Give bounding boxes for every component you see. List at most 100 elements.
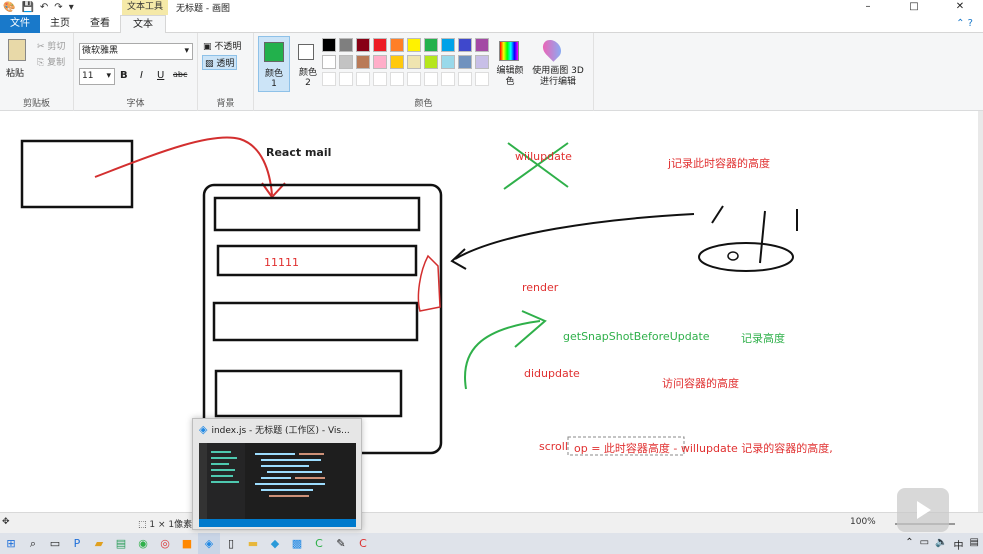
palette-color-swatch[interactable] (339, 55, 353, 69)
palette-color-swatch[interactable] (475, 38, 489, 52)
redo-icon[interactable]: ↷ (54, 2, 62, 13)
list-item-4 (214, 369, 403, 418)
transparent-button[interactable]: ▨ 透明 (202, 55, 238, 70)
scroll-top-formula[interactable]: op = 此时容器高度 - willupdate 记录的容器的高度, (574, 440, 833, 456)
strikethrough-button[interactable]: abc (173, 70, 187, 79)
volume-icon[interactable]: 🔈 (935, 537, 947, 552)
font-group-label: 字体 (126, 99, 145, 109)
vertical-scrollbar[interactable] (978, 111, 983, 512)
chat-icon[interactable]: ▭ (44, 533, 66, 554)
font-family-value: 微软雅黑 (82, 46, 119, 56)
paste-button[interactable]: 粘贴 (6, 66, 24, 79)
maximize-button[interactable]: □ (891, 0, 937, 15)
chrome-icon[interactable]: ◎ (154, 533, 176, 554)
tab-file[interactable]: 文件 (0, 15, 40, 33)
copy-button[interactable]: ⎘ 复制 (37, 55, 65, 68)
paste-icon[interactable] (8, 39, 26, 61)
palette-custom-swatch[interactable] (441, 72, 455, 86)
palette-color-swatch[interactable] (441, 55, 455, 69)
palette-custom-swatch[interactable] (356, 72, 370, 86)
close-button[interactable]: ✕ (937, 0, 983, 15)
notes-icon[interactable]: ▤ (110, 533, 132, 554)
palette-custom-swatch[interactable] (322, 72, 336, 86)
font-size-value: 11 (82, 71, 94, 81)
list-item-3 (212, 301, 419, 342)
color1-button[interactable]: 颜色 1 (258, 36, 290, 92)
window-title: 无标题 - 画图 (176, 4, 230, 14)
palette-custom-swatch[interactable] (424, 72, 438, 86)
color1-swatch (264, 42, 284, 62)
palette-color-swatch[interactable] (373, 38, 387, 52)
selection-size-value: 1 × 1像素 (149, 520, 193, 530)
app-icon-1[interactable]: ◆ (264, 533, 286, 554)
windows-start-icon[interactable]: ⊞ (0, 533, 22, 554)
input-method-label[interactable]: 中 (954, 537, 964, 552)
palette-color-swatch[interactable] (458, 38, 472, 52)
font-family-select[interactable]: 微软雅黑 ▾ (79, 43, 193, 60)
tab-home[interactable]: 主页 (40, 15, 80, 33)
palette-color-swatch[interactable] (390, 55, 404, 69)
cut-button[interactable]: ✂ 剪切 (37, 39, 65, 52)
help-icon[interactable]: ⌃ ? (956, 18, 973, 29)
palette-color-swatch[interactable] (441, 38, 455, 52)
palette-color-swatch[interactable] (356, 38, 370, 52)
value-11111: 11111 (264, 256, 299, 269)
edit-colors-icon[interactable] (499, 41, 519, 61)
paint3d-button[interactable]: 使用画图 3D 进行编辑 (532, 66, 584, 88)
palette-custom-swatch[interactable] (458, 72, 472, 86)
notepad-icon[interactable]: ▯ (220, 533, 242, 554)
folder-icon[interactable]: ▬ (242, 533, 264, 554)
taskbar-preview-vscode[interactable]: ◈ index.js - 无标题 (工作区) - Vis... (192, 418, 362, 530)
underline-button[interactable]: U (157, 70, 164, 81)
paint3d-icon[interactable] (539, 36, 565, 62)
color2-button[interactable]: 颜色 2 (292, 36, 324, 92)
opaque-button[interactable]: ▣ 不透明 (203, 39, 241, 52)
palette-color-swatch[interactable] (322, 55, 336, 69)
palette-color-swatch[interactable] (424, 38, 438, 52)
wechat-icon[interactable]: ◉ (132, 533, 154, 554)
palette-color-swatch[interactable] (356, 55, 370, 69)
italic-button[interactable]: I (140, 70, 143, 81)
picture-icon[interactable]: ▩ (286, 533, 308, 554)
app-p-icon[interactable]: P (66, 533, 88, 554)
app-c-icon[interactable]: C (308, 533, 330, 554)
opaque-label: 不透明 (214, 42, 242, 52)
palette-custom-swatch[interactable] (373, 72, 387, 86)
network-icon[interactable]: ▭ (920, 537, 929, 552)
palette-color-swatch[interactable] (407, 38, 421, 52)
record-label: 记录高度 (741, 332, 785, 345)
files-icon[interactable]: ▰ (88, 533, 110, 554)
palette-color-swatch[interactable] (339, 38, 353, 52)
play-overlay-icon[interactable] (897, 488, 949, 532)
copy-label: 复制 (47, 58, 66, 68)
palette-color-swatch[interactable] (407, 55, 421, 69)
edit-colors-button[interactable]: 编辑颜色 (494, 66, 526, 88)
tray-up-icon[interactable]: ⌃ (905, 537, 913, 552)
minimize-button[interactable]: – (845, 0, 891, 15)
palette-custom-swatch[interactable] (407, 72, 421, 86)
font-size-select[interactable]: 11 ▾ (79, 68, 115, 85)
drawing-canvas[interactable]: React mail 11111 wiilupdate j记录此时容器的高度 r… (0, 111, 978, 512)
palette-color-swatch[interactable] (373, 55, 387, 69)
palette-custom-swatch[interactable] (339, 72, 353, 86)
palette-color-swatch[interactable] (458, 55, 472, 69)
sublime-icon[interactable]: ■ (176, 533, 198, 554)
mouse-lines (711, 205, 798, 264)
app-c2-icon[interactable]: C (352, 533, 374, 554)
palette-color-swatch[interactable] (424, 55, 438, 69)
save-icon[interactable]: 💾 (21, 2, 33, 13)
notification-icon[interactable]: ▤ (970, 537, 979, 552)
customize-icon[interactable]: ▾ (69, 2, 74, 13)
palette-color-swatch[interactable] (390, 38, 404, 52)
palette-custom-swatch[interactable] (475, 72, 489, 86)
tab-view[interactable]: 查看 (80, 15, 120, 33)
paint-icon[interactable]: ✎ (330, 533, 352, 554)
tab-text[interactable]: 文本 (120, 15, 166, 33)
search-icon[interactable]: ⌕ (22, 533, 44, 554)
palette-color-swatch[interactable] (322, 38, 336, 52)
vscode-icon[interactable]: ◈ (198, 533, 220, 554)
undo-icon[interactable]: ↶ (40, 2, 48, 13)
palette-color-swatch[interactable] (475, 55, 489, 69)
palette-custom-swatch[interactable] (390, 72, 404, 86)
bold-button[interactable]: B (120, 70, 128, 81)
